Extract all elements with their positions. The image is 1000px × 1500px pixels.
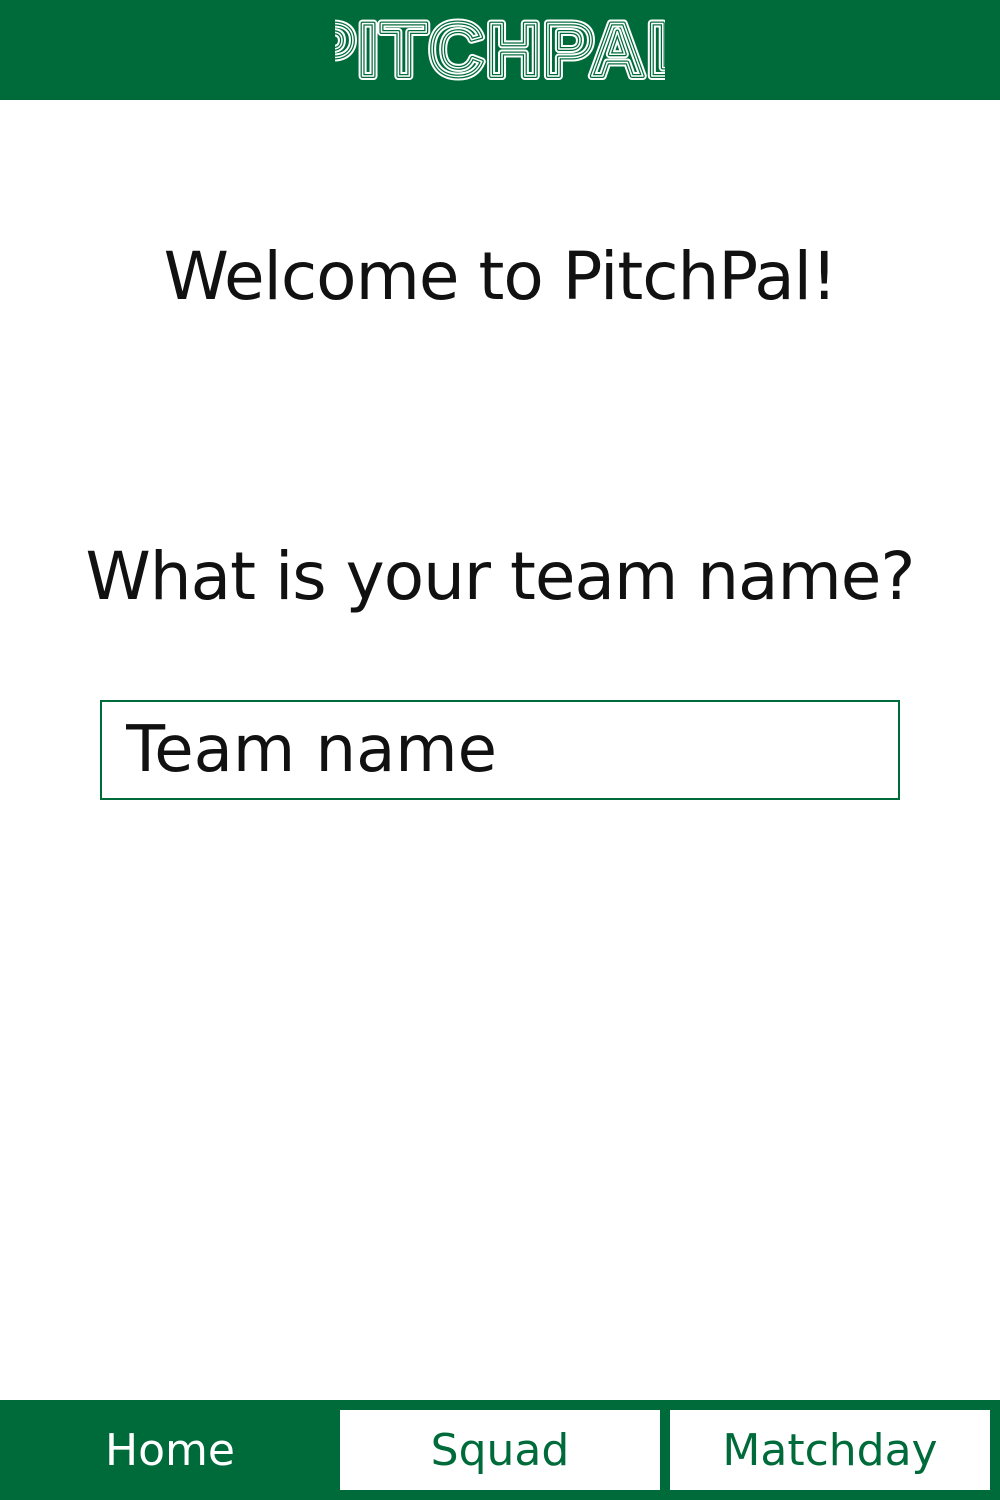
team-name-input[interactable] bbox=[100, 700, 900, 800]
nav-tab-squad[interactable]: Squad bbox=[340, 1410, 660, 1490]
nav-tab-matchday-label: Matchday bbox=[722, 1424, 938, 1476]
app-header: PITCHPAL PITCHPAL PITCHPAL bbox=[0, 0, 1000, 100]
nav-tab-matchday[interactable]: Matchday bbox=[670, 1410, 990, 1490]
svg-text:PITCHPAL: PITCHPAL bbox=[335, 10, 665, 90]
app-screen: PITCHPAL PITCHPAL PITCHPAL Welcome to Pi… bbox=[0, 0, 1000, 1500]
welcome-heading: Welcome to PitchPal! bbox=[163, 238, 838, 315]
pitchpal-logo: PITCHPAL PITCHPAL PITCHPAL bbox=[335, 10, 665, 90]
nav-tab-home-label: Home bbox=[105, 1424, 235, 1476]
nav-tab-squad-label: Squad bbox=[430, 1424, 570, 1476]
nav-tab-home[interactable]: Home bbox=[10, 1410, 330, 1490]
team-name-question: What is your team name? bbox=[85, 538, 916, 615]
bottom-nav: Home Squad Matchday bbox=[0, 1400, 1000, 1500]
